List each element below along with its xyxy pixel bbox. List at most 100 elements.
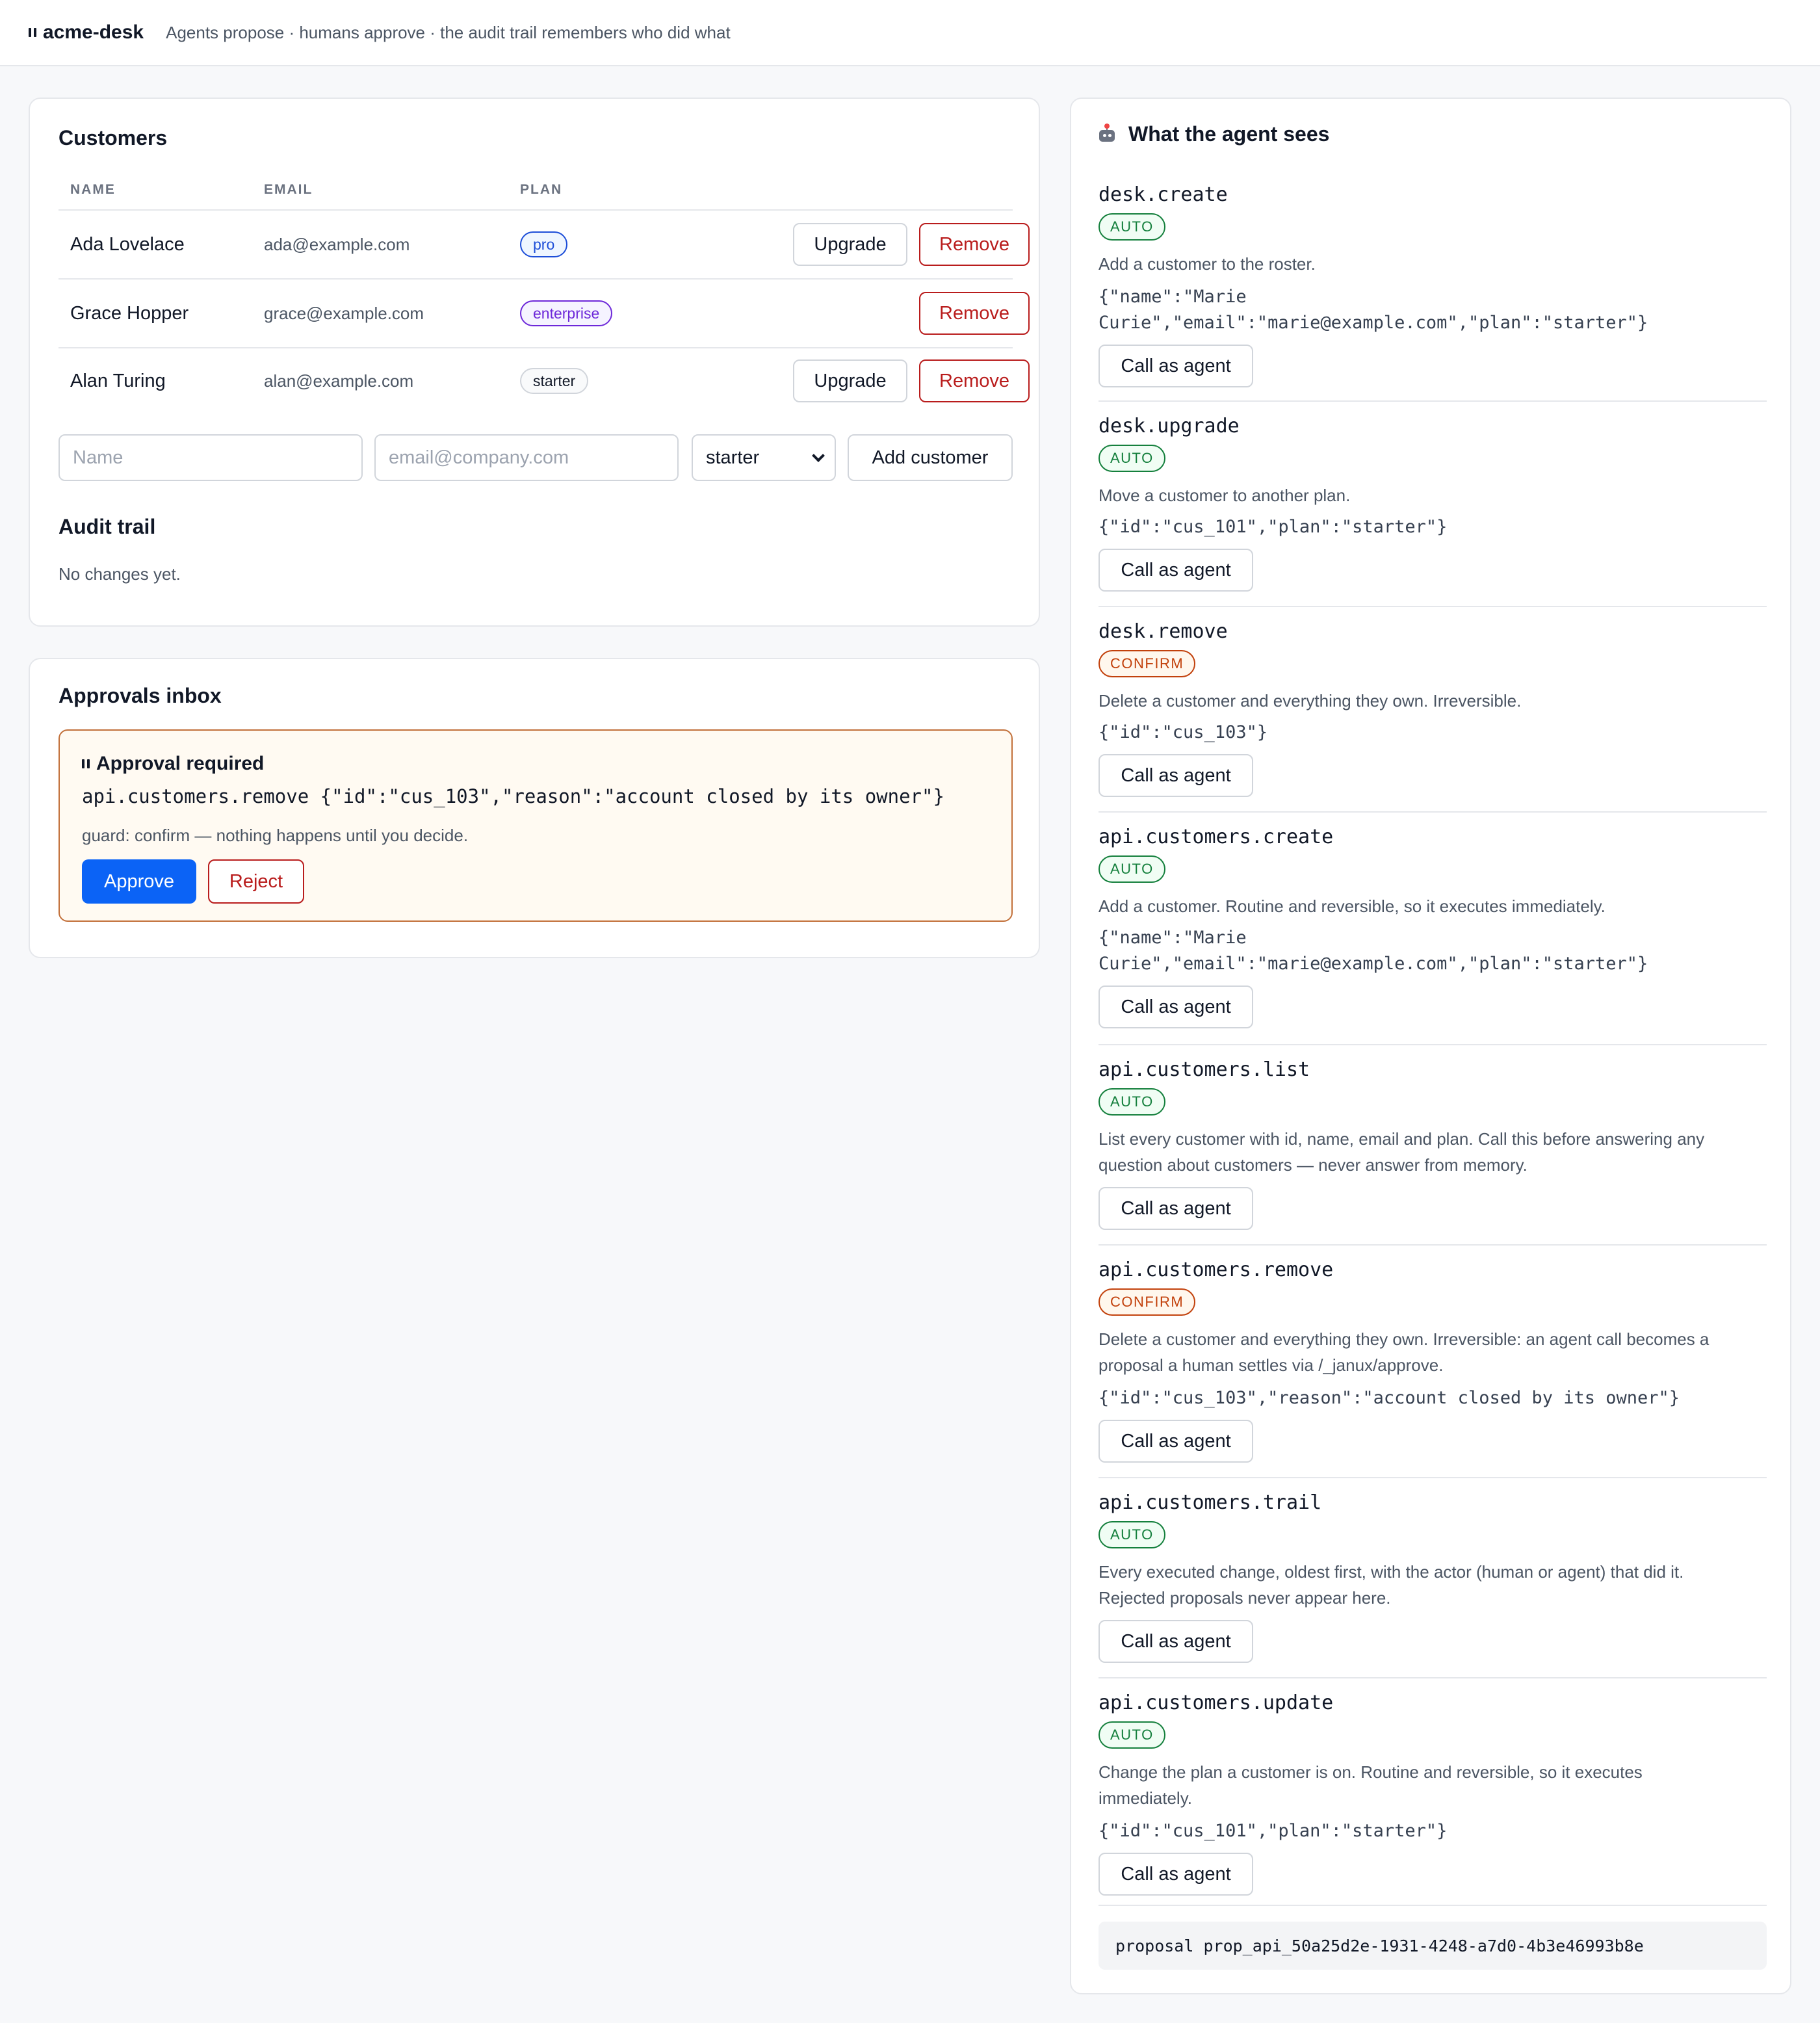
column-header-email: EMAIL [264,182,313,197]
customer-name: Alan Turing [70,370,166,391]
tool-args: Curie","email":"marie@example.com","plan… [1098,313,1648,333]
tool-description: Delete a customer and everything they ow… [1098,691,1522,711]
tool-desk-upgrade: desk.upgrade AUTO Move a customer to ano… [1098,415,1767,603]
guard-badge: CONFIRM [1098,650,1196,677]
email-input[interactable]: email@company.com [374,434,679,481]
tool-api-customers-remove: api.customers.remove CONFIRM Delete a cu… [1098,1259,1767,1473]
proposal-id: proposal prop_api_50a25d2e-1931-4248-a7d… [1098,1922,1767,1970]
customer-name: Ada Lovelace [70,233,185,255]
tool-description: Change the plan a customer is on. Routin… [1098,1762,1643,1782]
tool-description: List every customer with id, name, email… [1098,1129,1705,1149]
approval-guard: guard: confirm — nothing happens until y… [82,826,469,845]
tool-name: api.customers.list [1098,1058,1310,1081]
tool-divider [1098,1244,1767,1246]
tool-description: Add a customer. Routine and reversible, … [1098,896,1606,916]
customer-email: alan@example.com [264,371,414,391]
call-as-agent-button[interactable]: Call as agent [1098,549,1253,592]
call-as-agent-button[interactable]: Call as agent [1098,1853,1253,1896]
approval-heading-text: Approval required [96,753,265,774]
audit-trail-empty: No changes yet. [58,564,181,584]
approve-button[interactable]: Approve [82,859,196,904]
tool-name: api.customers.trail [1098,1491,1322,1514]
upgrade-button[interactable]: Upgrade [793,223,907,266]
table-row: Ada Lovelace ada@example.com pro Upgrade… [58,211,1030,278]
plan-badge: starter [520,368,589,394]
tool-divider [1098,1677,1767,1678]
tool-description: immediately. [1098,1788,1193,1808]
name-input[interactable]: Name [58,434,363,481]
call-as-agent-button[interactable]: Call as agent [1098,754,1253,797]
plan-badge: enterprise [520,300,613,326]
customers-card: Customers NAME EMAIL PLAN Ada Lovelace a… [29,98,1040,627]
top-bar: acme-desk Agents propose · humans approv… [0,0,1820,66]
tool-divider [1098,1477,1767,1478]
tool-args: {"id":"cus_103","reason":"account closed… [1098,1388,1680,1408]
plan-badge: pro [520,231,568,257]
approval-call: api.customers.remove {"id":"cus_103","re… [82,785,944,807]
guard-badge: AUTO [1098,1521,1165,1548]
approvals-card: Approvals inbox Approval required api.cu… [29,658,1040,958]
tool-name: desk.upgrade [1098,415,1240,437]
customer-email: ada@example.com [264,234,410,254]
tool-args: Curie","email":"marie@example.com","plan… [1098,954,1648,974]
customer-email: grace@example.com [264,303,424,323]
remove-button[interactable]: Remove [919,359,1030,402]
tool-api-customers-list: api.customers.list AUTO List every custo… [1098,1058,1767,1247]
tool-api-customers-update: api.customers.update AUTO Change the pla… [1098,1691,1767,1906]
tool-description: Move a customer to another plan. [1098,486,1351,505]
tool-desk-create: desk.create AUTO Add a customer to the r… [1098,183,1767,398]
tool-description: Rejected proposals never appear here. [1098,1588,1391,1608]
guard-badge: AUTO [1098,1088,1165,1116]
guard-badge: AUTO [1098,213,1165,241]
approval-item: Approval required api.customers.remove {… [58,729,1013,922]
tool-description: question about customers — never answer … [1098,1155,1528,1175]
pause-icon [82,759,90,768]
call-as-agent-button[interactable]: Call as agent [1098,345,1253,387]
guard-badge: AUTO [1098,1721,1165,1749]
remove-button[interactable]: Remove [919,292,1030,335]
guard-badge: AUTO [1098,855,1165,883]
plan-cell: starter [520,347,589,415]
column-header-plan: PLAN [520,182,563,197]
call-as-agent-button[interactable]: Call as agent [1098,985,1253,1028]
tool-divider [1098,606,1767,607]
customer-name: Grace Hopper [70,302,189,324]
reject-button[interactable]: Reject [208,859,304,904]
table-row: Grace Hopper grace@example.com enterpris… [58,280,1030,347]
tool-name: desk.remove [1098,620,1228,643]
tool-description: proposal a human settles via /_janux/app… [1098,1355,1444,1375]
plan-select[interactable]: starter [692,434,836,481]
tool-args: {"id":"cus_101","plan":"starter"} [1098,1821,1448,1841]
call-as-agent-button[interactable]: Call as agent [1098,1620,1253,1663]
tool-name: api.customers.update [1098,1691,1334,1714]
tool-divider [1098,400,1767,402]
tool-description: Delete a customer and everything they ow… [1098,1329,1710,1349]
call-as-agent-button[interactable]: Call as agent [1098,1420,1253,1463]
tool-divider [1098,1905,1767,1906]
audit-trail-title: Audit trail [58,515,156,538]
upgrade-button[interactable]: Upgrade [793,359,907,402]
plan-cell: enterprise [520,280,613,347]
add-customer-button[interactable]: Add customer [848,434,1013,481]
tool-args: {"name":"Marie [1098,287,1247,307]
tool-description: Add a customer to the roster. [1098,254,1316,274]
tool-name: desk.create [1098,183,1228,206]
tool-api-customers-create: api.customers.create AUTO Add a customer… [1098,826,1767,1040]
tool-args: {"name":"Marie [1098,928,1247,948]
plan-select-value: starter [706,447,760,468]
pause-icon [29,28,36,37]
guard-badge: AUTO [1098,445,1165,472]
call-as-agent-button[interactable]: Call as agent [1098,1187,1253,1230]
customers-title: Customers [58,126,168,150]
agent-tools-card: What the agent sees desk.create AUTO Add… [1070,98,1791,1994]
column-header-name: NAME [70,182,116,197]
brand-name: acme-desk [43,21,144,43]
tool-name: api.customers.remove [1098,1259,1334,1281]
approvals-title: Approvals inbox [58,684,222,707]
robot-icon [1097,123,1117,144]
remove-button[interactable]: Remove [919,223,1030,266]
chevron-down-icon [812,449,825,462]
tool-args: {"id":"cus_103"} [1098,722,1268,742]
approval-heading: Approval required [82,753,264,775]
plan-cell: pro [520,211,568,278]
